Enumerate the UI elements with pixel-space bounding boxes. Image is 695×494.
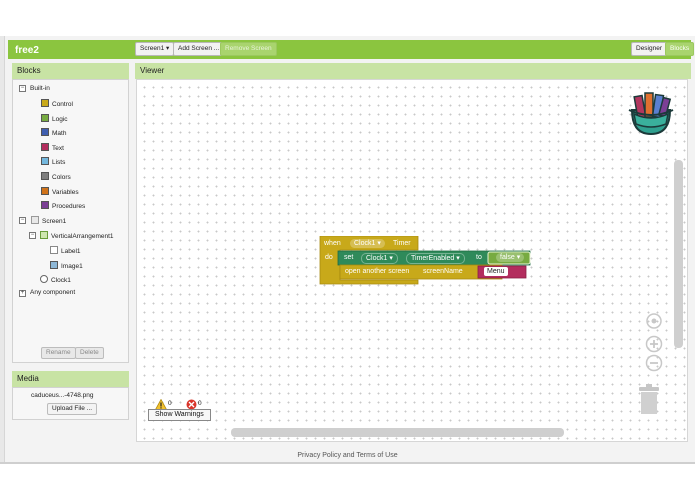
logic-value-dropdown[interactable]: false ▾ bbox=[494, 253, 526, 263]
warning-count: 0 bbox=[168, 400, 172, 407]
tree-vertical-arrangement[interactable]: VerticalArrangement1 bbox=[40, 231, 114, 242]
collapse-toggle-icon[interactable]: − bbox=[29, 232, 36, 239]
tree-label1[interactable]: Label1 bbox=[50, 246, 81, 257]
arrangement-icon bbox=[40, 231, 48, 239]
event-name: Timer bbox=[393, 240, 411, 247]
lists-swatch-icon bbox=[41, 157, 49, 165]
colors-swatch-icon bbox=[41, 172, 49, 180]
collapse-toggle-icon[interactable]: − bbox=[19, 85, 26, 92]
add-screen-button[interactable]: Add Screen ... bbox=[173, 42, 225, 56]
zoom-out-icon[interactable] bbox=[645, 354, 663, 372]
variables-swatch-icon bbox=[41, 187, 49, 195]
horizontal-scrollbar[interactable] bbox=[231, 428, 564, 437]
app-root: free2 Screen1 ▾ Add Screen ... Remove Sc… bbox=[0, 0, 695, 494]
drawer-lists[interactable]: Lists bbox=[41, 157, 65, 168]
to-keyword: to bbox=[476, 254, 482, 261]
event-component-dropdown[interactable]: Clock1 ▾ bbox=[348, 239, 387, 249]
trash-icon[interactable] bbox=[637, 384, 661, 416]
drawer-logic[interactable]: Logic bbox=[41, 114, 68, 125]
math-swatch-icon bbox=[41, 128, 49, 136]
when-keyword: when bbox=[324, 240, 341, 247]
tree-screen1[interactable]: Screen1 bbox=[31, 216, 66, 227]
vertical-scrollbar[interactable] bbox=[674, 160, 683, 348]
error-count: 0 bbox=[198, 400, 202, 407]
control-swatch-icon bbox=[41, 99, 49, 107]
designer-button[interactable]: Designer bbox=[631, 42, 668, 56]
expand-toggle-icon[interactable]: + bbox=[19, 290, 26, 297]
top-toolbar bbox=[8, 40, 691, 59]
drawer-text[interactable]: Text bbox=[41, 143, 64, 154]
procedures-swatch-icon bbox=[41, 201, 49, 209]
upload-file-button[interactable]: Upload File ... bbox=[47, 403, 98, 415]
browser-top-area bbox=[0, 0, 695, 36]
open-screen-keyword: open another screen bbox=[345, 268, 410, 275]
show-warnings-button[interactable]: Show Warnings bbox=[148, 409, 211, 421]
drawer-control[interactable]: Control bbox=[41, 99, 73, 110]
clock-icon bbox=[40, 275, 48, 283]
drawer-math[interactable]: Math bbox=[41, 128, 66, 139]
set-keyword: set bbox=[344, 254, 354, 261]
footer-divider bbox=[0, 462, 695, 464]
blocks-panel-body bbox=[12, 79, 129, 363]
blocks-button[interactable]: Blocks bbox=[665, 42, 695, 56]
blocks-panel-header: Blocks bbox=[12, 63, 129, 79]
zoom-in-icon[interactable] bbox=[645, 335, 663, 353]
tree-clock1[interactable]: Clock1 bbox=[40, 275, 71, 286]
center-target-icon[interactable] bbox=[645, 312, 663, 330]
media-panel-header: Media bbox=[12, 371, 129, 387]
viewer-header: Viewer bbox=[135, 63, 691, 79]
tree-builtin[interactable]: Built-in bbox=[30, 84, 50, 94]
tree-any-component[interactable]: Any component bbox=[30, 288, 75, 298]
collapse-toggle-icon[interactable]: − bbox=[19, 217, 26, 224]
set-component-dropdown[interactable]: Clock1 ▾ bbox=[359, 253, 400, 264]
property-dropdown[interactable]: TimerEnabled ▾ bbox=[404, 253, 467, 264]
do-keyword: do bbox=[325, 254, 333, 261]
project-title: free2 bbox=[15, 45, 39, 56]
image-icon bbox=[50, 261, 58, 269]
privacy-policy-link[interactable]: Privacy Policy and Terms of Use bbox=[0, 452, 695, 459]
rename-button[interactable]: Rename bbox=[41, 347, 76, 359]
screen-icon bbox=[31, 216, 39, 224]
logic-swatch-icon bbox=[41, 114, 49, 122]
media-file[interactable]: caduceus...-4748.png bbox=[31, 391, 94, 401]
drawer-colors[interactable]: Colors bbox=[41, 172, 71, 183]
remove-screen-button[interactable]: Remove Screen bbox=[220, 42, 277, 56]
screen-select-dropdown[interactable]: Screen1 ▾ bbox=[135, 42, 175, 56]
delete-button[interactable]: Delete bbox=[75, 347, 104, 359]
label-icon bbox=[50, 246, 58, 254]
screen-name-text[interactable]: Menu bbox=[484, 267, 508, 277]
screen-name-label: screenName bbox=[423, 268, 463, 275]
backpack-icon[interactable] bbox=[626, 90, 676, 136]
tree-image1[interactable]: Image1 bbox=[50, 261, 83, 272]
drawer-variables[interactable]: Variables bbox=[41, 187, 79, 198]
text-swatch-icon bbox=[41, 143, 49, 151]
drawer-procedures[interactable]: Procedures bbox=[41, 201, 85, 212]
